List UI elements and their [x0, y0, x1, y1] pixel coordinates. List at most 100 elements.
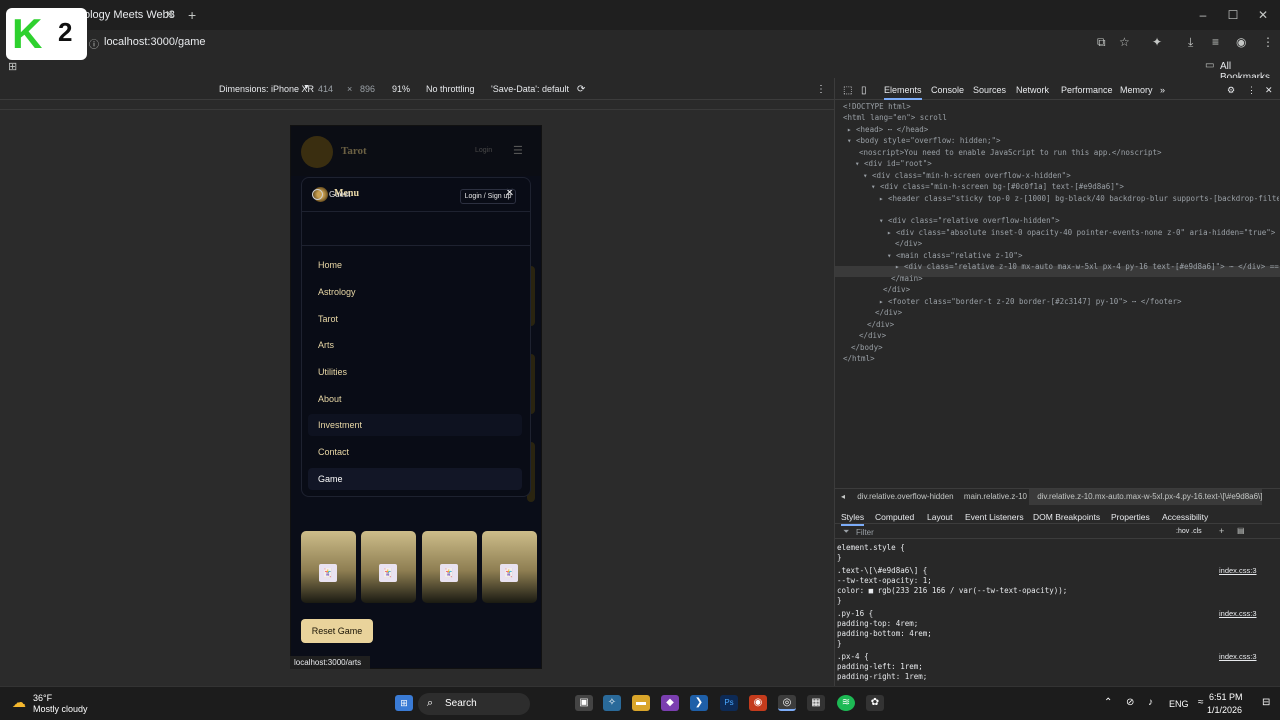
css-line[interactable]: padding-top: 4rem; — [837, 619, 918, 628]
weather-icon[interactable]: ☁ — [12, 694, 26, 711]
reset-game-button[interactable]: Reset Game — [301, 619, 373, 643]
file-explorer-icon[interactable]: ▬ — [632, 695, 650, 711]
menu-item-tarot[interactable]: Tarot — [308, 308, 522, 330]
extensions-icon[interactable]: ✦ — [1152, 35, 1162, 49]
more-menu-icon[interactable]: ⋮ — [1262, 35, 1274, 49]
css-line[interactable]: padding-bottom: 4rem; — [837, 629, 932, 638]
dom-line[interactable]: <html lang="en"> scroll — [843, 113, 1279, 122]
profile-avatar[interactable]: ◉ — [1236, 35, 1246, 49]
spotify-icon[interactable]: ≋ — [837, 695, 855, 711]
menu-item-home[interactable]: Home — [308, 254, 522, 276]
subtab-styles[interactable]: Styles — [841, 512, 865, 526]
dom-line[interactable]: </div> — [843, 308, 1279, 317]
close-devtools-icon[interactable]: ✕ — [1265, 85, 1273, 96]
app-icon[interactable]: ▦ — [807, 695, 825, 711]
dom-line[interactable]: </html> — [843, 354, 1279, 363]
visual-studio-icon[interactable]: ◆ — [661, 695, 679, 711]
more-tabs-button[interactable]: » — [1160, 85, 1165, 95]
dom-line[interactable]: </body> — [843, 343, 1279, 352]
throttling-select[interactable]: No throttling — [426, 84, 475, 94]
menu-item-utilities[interactable]: Utilities — [308, 361, 522, 383]
tab-sources[interactable]: Sources — [973, 85, 1006, 95]
styles-filter-input[interactable]: Filter — [856, 528, 874, 537]
weather-condition[interactable]: Mostly cloudy — [33, 704, 88, 714]
windows-start-icon[interactable]: ⊞ — [395, 695, 413, 711]
breadcrumb-back-icon[interactable]: ◂ — [835, 492, 845, 501]
dom-line[interactable]: ▾ <main class="relative z-10"> — [843, 251, 1279, 260]
css-line[interactable]: padding-left: 1rem; — [837, 662, 923, 671]
url-field[interactable]: localhost:3000/game — [104, 36, 206, 48]
menu-item-astrology[interactable]: Astrology — [308, 281, 522, 303]
breadcrumb-item[interactable]: div.relative.overflow-hidden — [847, 492, 953, 501]
dom-line[interactable]: ▾ <div class="min-h-screen bg-[#0c0f1a] … — [843, 182, 1279, 191]
vscode-icon[interactable]: ❯ — [690, 695, 708, 711]
notification-icon[interactable]: ⊟ — [1262, 697, 1270, 708]
close-window-button[interactable]: ✕ — [1246, 0, 1280, 30]
toggle-sidebar-icon[interactable]: ▤ — [1237, 526, 1245, 535]
tarot-card[interactable]: 🃏 — [482, 531, 537, 603]
minimize-button[interactable]: – — [1186, 0, 1220, 30]
menu-item-investment[interactable]: Investment — [308, 414, 522, 436]
tab-console[interactable]: Console — [931, 85, 964, 95]
app-logo[interactable] — [301, 136, 333, 168]
apps-grid-icon[interactable]: ⊞ — [8, 60, 17, 73]
dom-line[interactable]: ▾ <div class="relative overflow-hidden"> — [843, 216, 1279, 225]
css-line[interactable]: color: ■ rgb(233 216 166 / var(--tw-text… — [837, 586, 1067, 595]
rotate-icon[interactable]: ⟳ — [577, 84, 585, 95]
wifi-icon[interactable]: ≈ — [1198, 697, 1204, 708]
weather-temperature[interactable]: 36°F — [33, 693, 52, 703]
dom-line[interactable]: ▸ <head> ⋯ </head> — [843, 125, 1279, 134]
css-source-link[interactable]: index.css:3 — [1219, 609, 1257, 618]
settings-gear-icon[interactable]: ⚙ — [1227, 85, 1235, 96]
tarot-card[interactable]: 🃏 — [361, 531, 416, 603]
dom-line[interactable]: </main> — [843, 274, 1279, 283]
photoshop-icon[interactable]: Ps — [720, 695, 738, 711]
menu-item-about[interactable]: About — [308, 388, 522, 410]
breadcrumb-item-selected[interactable]: div.relative.z-10.mx-auto.max-w-5xl.px-4… — [1029, 489, 1263, 505]
subtab-dom-breakpoints[interactable]: DOM Breakpoints — [1033, 512, 1100, 522]
device-dimensions-select[interactable]: Dimensions: iPhone XR — [219, 84, 314, 94]
firefox-icon[interactable]: ◉ — [749, 695, 767, 711]
tab-performance[interactable]: Performance — [1061, 85, 1113, 95]
subtab-event-listeners[interactable]: Event Listeners — [965, 512, 1024, 522]
hamburger-icon[interactable]: ☰ — [513, 144, 523, 157]
dom-line[interactable]: <noscript>You need to enable JavaScript … — [843, 148, 1279, 157]
subtab-properties[interactable]: Properties — [1111, 512, 1150, 522]
subtab-layout[interactable]: Layout — [927, 512, 953, 522]
taskbar-date[interactable]: 1/1/2026 — [1207, 705, 1242, 715]
new-rule-icon[interactable]: + — [1219, 526, 1224, 536]
tab-close-icon[interactable]: ✕ — [165, 4, 174, 26]
dom-line[interactable]: </div> — [843, 331, 1279, 340]
zoom-select[interactable]: 91% — [392, 84, 410, 94]
save-data-select[interactable]: 'Save-Data': default — [491, 84, 569, 94]
network-off-icon[interactable]: ⊘ — [1126, 697, 1134, 708]
task-view-icon[interactable]: ▣ — [575, 695, 593, 711]
taskbar-search-label[interactable]: Search — [445, 698, 477, 709]
dom-line[interactable]: ▸ <header class="sticky top-0 z-[1000] b… — [843, 194, 1279, 203]
maximize-button[interactable]: ☐ — [1216, 0, 1250, 30]
taskbar-time[interactable]: 6:51 PM — [1209, 692, 1243, 702]
bookmark-star-icon[interactable]: ☆ — [1119, 35, 1130, 49]
download-icon[interactable]: ⤓ — [1188, 35, 1193, 50]
dom-line[interactable]: ▾ <div class="min-h-screen overflow-x-hi… — [843, 171, 1279, 180]
dom-line[interactable]: ▸ <div class="absolute inset-0 opacity-4… — [843, 228, 1279, 237]
inspect-icon[interactable]: ⬚ — [843, 85, 852, 96]
settings-icon[interactable]: ✿ — [866, 695, 884, 711]
css-source-link[interactable]: index.css:3 — [1219, 652, 1257, 661]
menu-item-game[interactable]: Game — [308, 468, 522, 490]
subtab-accessibility[interactable]: Accessibility — [1162, 512, 1208, 522]
login-signup-button[interactable]: Login / Sign up — [460, 189, 516, 204]
device-width-input[interactable]: 414 — [318, 84, 333, 94]
css-line[interactable]: padding-right: 1rem; — [837, 672, 927, 681]
dom-line-selected[interactable]: ▸ <div class="relative z-10 mx-auto max-… — [843, 262, 1279, 271]
breadcrumb-item[interactable]: main.relative.z-10 — [956, 492, 1027, 501]
tab-memory[interactable]: Memory — [1120, 85, 1153, 95]
new-tab-button[interactable]: + — [188, 4, 196, 26]
device-more-icon[interactable]: ⋮ — [816, 84, 826, 95]
tab-search-icon[interactable]: ≡ — [1212, 35, 1219, 49]
copilot-icon[interactable]: ✧ — [603, 695, 621, 711]
tarot-card[interactable]: 🃏 — [301, 531, 356, 603]
dom-line[interactable]: </div> — [843, 285, 1279, 294]
css-source-link[interactable]: index.css:3 — [1219, 566, 1257, 575]
dom-line[interactable]: ▾ <body style="overflow: hidden;"> — [843, 136, 1279, 145]
